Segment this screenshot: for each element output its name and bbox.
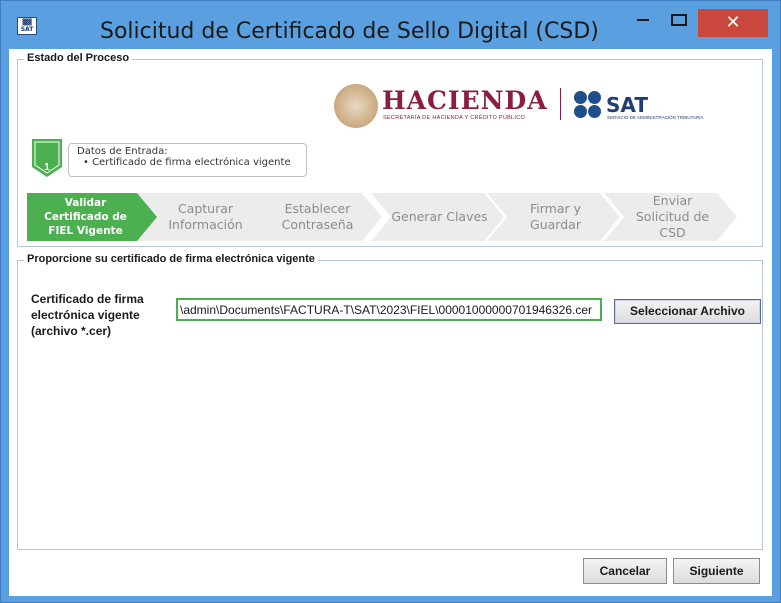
next-button[interactable]: Siguiente xyxy=(673,558,760,584)
step-label-send: Enviar Solicitud de CSD xyxy=(635,193,710,240)
step-arrow-icon: 1 xyxy=(32,139,62,177)
sat-dots-icon xyxy=(574,91,602,119)
process-steps: Validar Certificado de FIEL Vigente Captu… xyxy=(27,193,737,241)
step-label-keys: Generar Claves xyxy=(391,209,488,224)
title-bar[interactable]: ▓▓ SAT Solicitud de Certificado de Sello… xyxy=(1,1,780,49)
window-title: Solicitud de Certificado de Sello Digita… xyxy=(100,19,599,44)
close-icon: ✕ xyxy=(725,12,741,32)
maximize-icon xyxy=(671,13,687,26)
logo-divider xyxy=(560,88,561,120)
sat-app-icon: ▓▓ SAT xyxy=(17,17,37,35)
government-logos: HACIENDA SECRETARÍA DE HACIENDA Y CRÉDIT… xyxy=(334,82,724,134)
certificate-path-input[interactable]: \admin\Documents\FACTURA-T\SAT\2023\FIEL… xyxy=(176,298,602,321)
mexico-seal-icon xyxy=(334,84,378,128)
dialog-window: ▓▓ SAT Solicitud de Certificado de Sello… xyxy=(0,0,781,603)
step-label-sign: Firmar y Guardar xyxy=(529,201,582,232)
maximize-button[interactable] xyxy=(665,9,693,37)
select-file-button[interactable]: Seleccionar Archivo xyxy=(614,299,761,324)
input-data-item: • Certificado de firma electrónica vigen… xyxy=(83,157,291,168)
step-label-password: Establecer Contraseña xyxy=(281,201,354,232)
minimize-icon xyxy=(637,18,649,21)
hacienda-subtitle: SECRETARÍA DE HACIENDA Y CRÉDITO PÚBLICO xyxy=(383,115,526,121)
hacienda-logo: HACIENDA xyxy=(382,86,548,115)
current-step-badge: 1 xyxy=(32,139,62,179)
step-number: 1 xyxy=(44,162,50,173)
minimize-button[interactable] xyxy=(623,9,663,37)
step-label-capture: Capturar Información xyxy=(168,201,243,232)
certificate-legend: Proporcione su certificado de firma elec… xyxy=(24,253,318,265)
input-data-box: Datos de Entrada: • Certificado de firma… xyxy=(68,143,307,177)
step-label-validate: Validar Certificado de FIEL Vigente xyxy=(44,197,127,237)
close-button[interactable]: ✕ xyxy=(698,9,768,37)
dialog-content: Estado del Proceso HACIENDA SECRETARÍA D… xyxy=(9,49,772,596)
certificate-field-label: Certificado de firma electrónica vigente… xyxy=(31,292,144,338)
sat-subtitle: SERVICIO DE ADMINISTRACIÓN TRIBUTARIA xyxy=(607,115,704,120)
process-status-legend: Estado del Proceso xyxy=(24,52,133,64)
cancel-button[interactable]: Cancelar xyxy=(583,558,667,584)
input-data-title: Datos de Entrada: xyxy=(77,146,168,157)
sat-logo: SAT xyxy=(606,93,648,117)
